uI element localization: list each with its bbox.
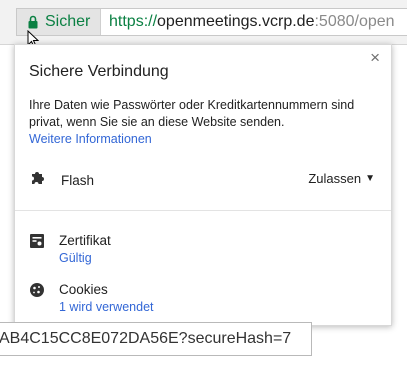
- url-scheme: https://: [109, 13, 158, 30]
- flash-permission-row: Flash: [29, 169, 94, 192]
- url-rest: :5080/open: [314, 13, 395, 30]
- divider: [15, 210, 391, 211]
- site-info-popup: × Sichere Verbindung Ihre Daten wie Pass…: [14, 44, 392, 326]
- certificate-status-link[interactable]: Gültig: [59, 251, 111, 265]
- background-url-text: AB4C15CC8E072DA56E?secureHash=7: [0, 330, 292, 347]
- more-info-link[interactable]: Weitere Informationen: [29, 132, 152, 146]
- certificate-label: Zertifikat: [59, 233, 111, 248]
- cookies-label: Cookies: [59, 282, 108, 297]
- background-url-field[interactable]: AB4C15CC8E072DA56E?secureHash=7: [0, 322, 312, 356]
- omnibox[interactable]: Sicher https://openmeetings.vcrp.de:5080…: [16, 8, 407, 36]
- caret-down-icon: ▼: [365, 173, 375, 184]
- cookie-icon: [29, 282, 45, 303]
- security-label: Sicher: [45, 13, 91, 30]
- puzzle-icon: [29, 169, 47, 192]
- close-icon[interactable]: ×: [370, 49, 380, 66]
- url-host: openmeetings.vcrp.de: [157, 13, 315, 30]
- address-bar: Sicher https://openmeetings.vcrp.de:5080…: [0, 0, 407, 48]
- flash-permission-select[interactable]: Zulassen ▼: [308, 171, 375, 186]
- flash-label: Flash: [61, 173, 95, 188]
- cookies-status-link[interactable]: 1 wird verwendet: [59, 300, 154, 314]
- lock-icon: [28, 15, 38, 29]
- certificate-row: Zertifikat Gültig: [29, 233, 111, 265]
- connection-description: Ihre Daten wie Passwörter oder Kreditkar…: [29, 98, 355, 129]
- cookies-row: Cookies 1 wird verwendet: [29, 282, 154, 314]
- url-text[interactable]: https://openmeetings.vcrp.de:5080/open: [109, 13, 395, 31]
- flash-setting-value: Zulassen: [308, 171, 362, 186]
- popup-title: Sichere Verbindung: [29, 63, 169, 80]
- certificate-icon: [29, 233, 45, 254]
